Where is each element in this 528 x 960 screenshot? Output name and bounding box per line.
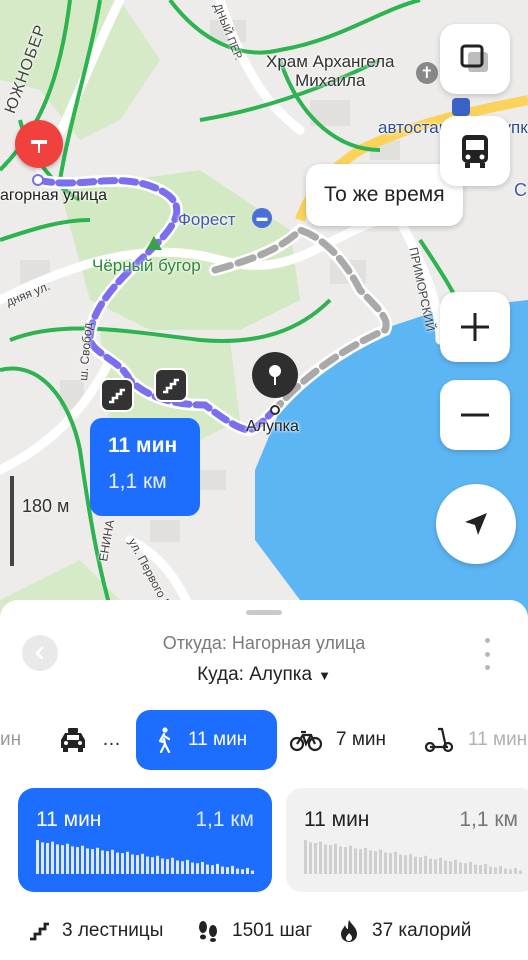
start-pin-icon[interactable] xyxy=(15,120,63,168)
stat-stairs: 3 лестницы xyxy=(28,920,163,942)
map-label-start-street: агорная улица xyxy=(0,187,108,204)
tab-bike-label: 7 мин xyxy=(336,729,387,750)
zoom-out-icon xyxy=(461,413,489,417)
scale-bar xyxy=(10,476,14,566)
route-to-label: Куда: Алупка xyxy=(197,664,313,685)
stat-calories-label: 37 калорий xyxy=(372,920,472,941)
stat-calories: 37 калорий xyxy=(338,919,471,943)
scale-label: 180 м xyxy=(22,496,70,516)
more-options-button[interactable] xyxy=(478,638,496,670)
route-from[interactable]: Откуда: Нагорная улица xyxy=(0,633,528,654)
dropdown-arrow-icon: ▼ xyxy=(318,668,331,683)
route-option-time: 11 мин xyxy=(36,808,102,831)
stairs-marker-icon xyxy=(100,378,134,412)
elevation-profile xyxy=(304,840,522,874)
map-label-church: Храм Архангела Михаила xyxy=(266,52,395,90)
route-option-card-2[interactable]: 11 мин 1,1 км xyxy=(286,788,528,892)
destination-pin-icon[interactable] xyxy=(252,352,298,398)
route-bubble-time: 11 мин xyxy=(108,434,178,457)
transport-mode-tabs: ин … 11 мин 7 мин 11 мин xyxy=(0,710,528,770)
dot-icon xyxy=(484,651,490,657)
zoom-in-button[interactable] xyxy=(440,292,510,362)
route-panel: Откуда: Нагорная улица Куда: Алупка ▼ ин … xyxy=(0,600,528,960)
layers-icon xyxy=(460,44,488,72)
bus-stop-icon xyxy=(452,98,470,116)
pedestrian-icon xyxy=(154,727,174,753)
hotel-icon: ▬ xyxy=(252,208,272,228)
stairs-marker-icon xyxy=(154,368,188,402)
tab-walk[interactable]: 11 мин xyxy=(136,710,277,770)
flame-icon xyxy=(338,919,360,943)
church-icon: ✝ xyxy=(416,62,438,84)
bus-icon xyxy=(462,135,488,168)
tab-scooter-label: 11 мин xyxy=(468,729,528,750)
bicycle-icon xyxy=(290,728,322,752)
tab-bike[interactable]: 7 мин xyxy=(290,710,386,770)
dot-icon xyxy=(484,638,490,643)
map-view[interactable]: ЮЖНОБЕР Храм Архангела Михаила автостанц… xyxy=(0,0,528,640)
map-label-alupka: Алупка xyxy=(246,418,299,435)
dot-icon xyxy=(484,665,490,670)
tab-prev-label: ин xyxy=(0,729,22,750)
stairs-icon xyxy=(28,921,50,941)
footprints-icon xyxy=(196,919,220,943)
route-stats: 3 лестницы 1501 шаг 37 калорий xyxy=(0,914,528,948)
transport-button[interactable] xyxy=(440,116,510,186)
stat-steps-label: 1501 шаг xyxy=(232,920,313,941)
stat-stairs-label: 3 лестницы xyxy=(62,920,164,941)
route-bubble-distance: 1,1 км xyxy=(108,470,167,493)
tab-scooter[interactable]: 11 мин xyxy=(424,710,527,770)
elevation-profile xyxy=(36,840,254,874)
taxi-icon xyxy=(58,728,88,752)
scooter-icon xyxy=(424,727,454,753)
tab-walk-label: 11 мин xyxy=(188,729,248,750)
locate-me-button[interactable] xyxy=(436,484,516,564)
layers-button[interactable] xyxy=(440,24,510,94)
route-option-distance: 1,1 км xyxy=(459,808,518,831)
tab-taxi[interactable]: … xyxy=(58,710,121,770)
tab-prev-mode[interactable]: ин xyxy=(0,710,21,770)
route-option-time: 11 мин xyxy=(304,808,370,831)
tab-taxi-label: … xyxy=(102,729,121,750)
map-label-forest: Форест xyxy=(178,210,236,229)
locate-icon xyxy=(465,513,487,535)
route-time-bubble[interactable]: 11 мин 1,1 км xyxy=(90,418,200,516)
route-option-distance: 1,1 км xyxy=(195,808,254,831)
panel-grab-handle[interactable] xyxy=(246,610,282,615)
zoom-out-button[interactable] xyxy=(440,380,510,450)
alt-route-bubble[interactable]: То же время xyxy=(306,164,463,226)
zoom-in-icon xyxy=(461,313,489,341)
map-label-hill: Чёрный бугор xyxy=(92,256,201,275)
route-option-card-1[interactable]: 11 мин 1,1 км xyxy=(18,788,272,892)
route-to[interactable]: Куда: Алупка ▼ xyxy=(0,664,528,686)
map-label-edge: С xyxy=(514,180,527,200)
stat-steps: 1501 шаг xyxy=(196,919,312,943)
